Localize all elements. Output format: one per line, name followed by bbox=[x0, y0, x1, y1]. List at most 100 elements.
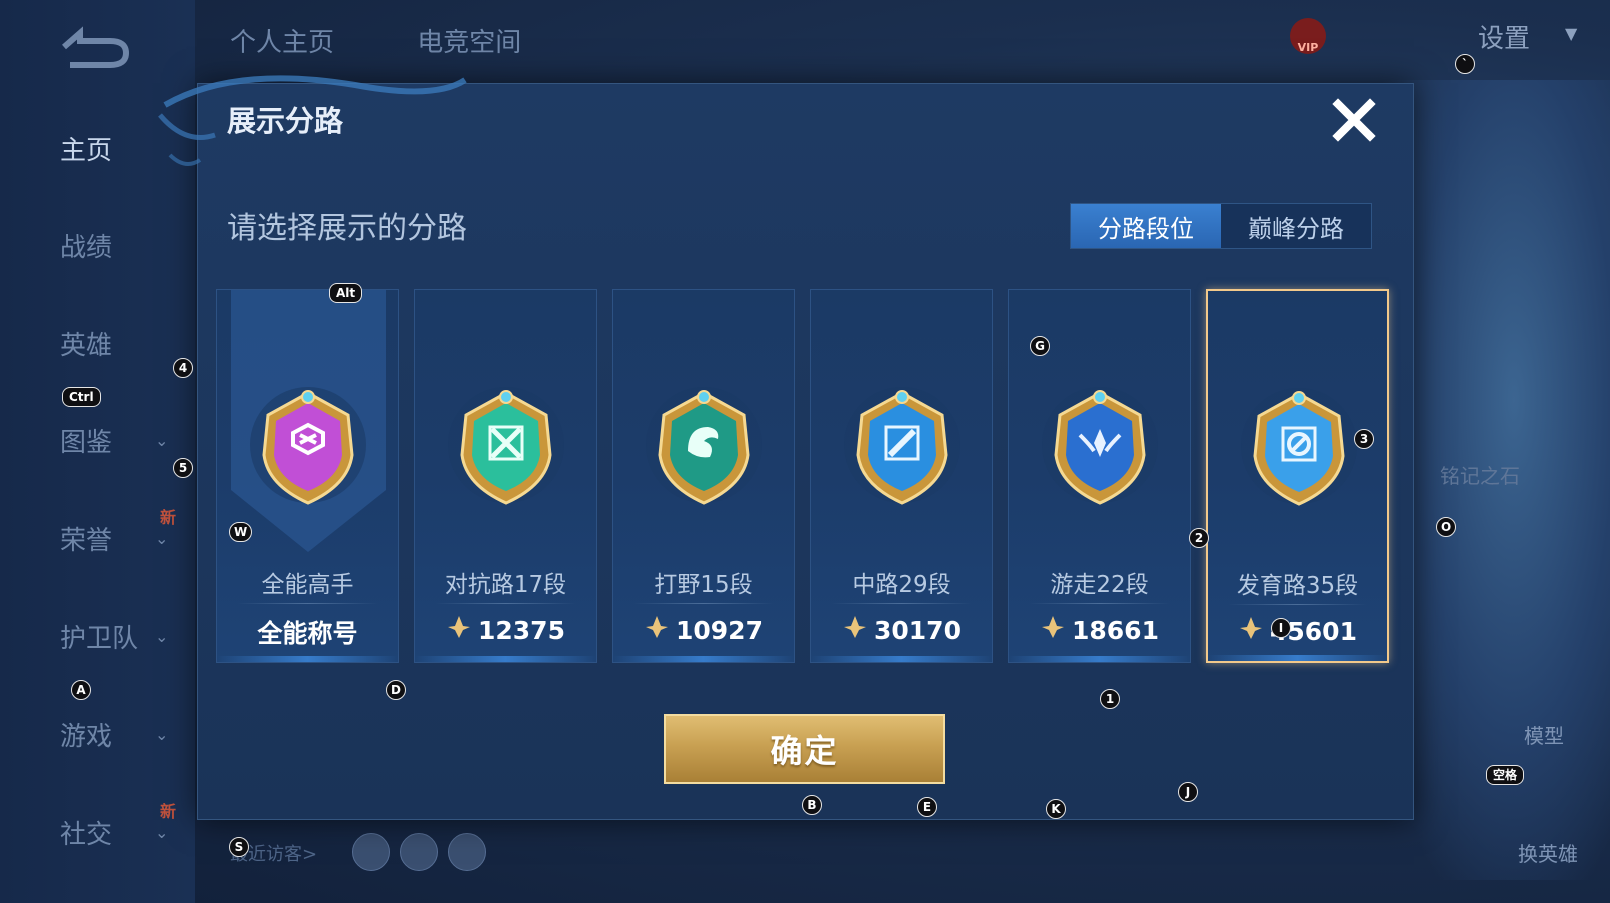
sidebar-item[interactable]: 社交 ⌄ 新 bbox=[0, 802, 195, 862]
lane-card-score-value: 10927 bbox=[676, 615, 763, 645]
key-hint-badge: E bbox=[917, 797, 937, 817]
lane-card[interactable]: 打野15段 10927 bbox=[612, 289, 795, 663]
chevron-down-icon: ⌄ bbox=[155, 528, 169, 548]
memory-stone-label: 铭记之石 bbox=[1440, 464, 1520, 488]
key-hint-badge: 空格 bbox=[1486, 765, 1525, 785]
confirm-button[interactable]: 确定 bbox=[664, 714, 945, 784]
lane-mode-tabs: 分路段位 巅峰分路 bbox=[1070, 203, 1372, 249]
rank-points-icon bbox=[644, 614, 670, 646]
sidebar-item-label: 荣誉 bbox=[60, 525, 113, 556]
lane-card-name: 对抗路17段 bbox=[444, 572, 567, 598]
lane-card-score: 18661 bbox=[1009, 614, 1190, 646]
key-hint-badge: D bbox=[386, 680, 406, 700]
jungle-emblem-icon bbox=[644, 385, 764, 515]
dialog-title: 展示分路 bbox=[227, 104, 344, 138]
key-hint-badge: 1 bbox=[1100, 689, 1120, 709]
visitor-avatar[interactable] bbox=[400, 833, 438, 871]
lane-card-score-value: 全能称号 bbox=[257, 619, 358, 648]
tab-lane-rank[interactable]: 分路段位 bbox=[1071, 204, 1221, 248]
lane-card-score: 45601 bbox=[1208, 615, 1387, 647]
farm-lane-emblem-icon bbox=[1239, 386, 1359, 516]
sidebar-item[interactable]: 英雄 bbox=[0, 313, 195, 373]
key-hint-badge: W bbox=[229, 522, 253, 542]
sidebar-item-label: 战绩 bbox=[60, 232, 113, 263]
chevron-down-icon: ⌄ bbox=[155, 626, 169, 646]
key-hint-badge: S bbox=[229, 837, 249, 857]
lane-card[interactable]: 中路29段 30170 bbox=[810, 289, 993, 663]
sidebar-item[interactable]: 荣誉 ⌄ 新 bbox=[0, 508, 195, 568]
key-hint-badge: 4 bbox=[173, 358, 193, 378]
lane-card[interactable]: 全能高手 全能称号 bbox=[216, 289, 399, 663]
key-hint-badge: Ctrl bbox=[62, 387, 101, 407]
key-hint-badge: 3 bbox=[1354, 429, 1374, 449]
lane-card-score: 10927 bbox=[613, 614, 794, 646]
dialog-subtitle: 请选择展示的分路 bbox=[227, 211, 467, 246]
key-hint-badge: ` bbox=[1455, 54, 1475, 74]
new-badge: 新 bbox=[160, 802, 177, 821]
card-divider bbox=[1029, 603, 1170, 604]
lane-card-score-value: 12375 bbox=[478, 615, 565, 645]
key-hint-badge: Alt bbox=[329, 283, 363, 303]
card-divider bbox=[237, 603, 378, 604]
chevron-down-icon: ⌄ bbox=[155, 724, 169, 744]
sidebar-item-label: 图鉴 bbox=[60, 427, 113, 458]
chevron-down-icon: ⌄ bbox=[155, 430, 169, 450]
vip-badge: VIP bbox=[1290, 18, 1326, 54]
lane-card-score: 全能称号 bbox=[217, 614, 398, 650]
roam-emblem-icon bbox=[1040, 385, 1160, 515]
sidebar-item-label: 主页 bbox=[60, 135, 113, 166]
card-divider bbox=[435, 603, 576, 604]
sidebar-item-label: 游戏 bbox=[60, 721, 113, 752]
sidebar-item[interactable]: 图鉴 ⌄ bbox=[0, 410, 195, 470]
lane-card-score: 12375 bbox=[415, 614, 596, 646]
rank-points-icon bbox=[842, 614, 868, 646]
rank-points-icon bbox=[446, 614, 472, 646]
lane-card-score: 30170 bbox=[811, 614, 992, 646]
key-hint-badge: J bbox=[1178, 782, 1198, 802]
lane-card-score-value: 18661 bbox=[1072, 615, 1159, 645]
visitor-avatar[interactable] bbox=[448, 833, 486, 871]
new-badge: 新 bbox=[160, 508, 177, 527]
sidebar-item[interactable]: 游戏 ⌄ bbox=[0, 704, 195, 764]
sidebar-item[interactable]: 护卫队 ⌄ bbox=[0, 606, 195, 666]
switch-hero-button[interactable]: 换英雄 bbox=[1518, 838, 1578, 867]
tab-esports-space[interactable]: 电竞空间 bbox=[417, 28, 521, 58]
close-icon[interactable] bbox=[1330, 96, 1378, 144]
key-hint-badge: G bbox=[1030, 336, 1050, 356]
sidebar-item-label: 英雄 bbox=[60, 330, 113, 361]
chevron-down-icon[interactable]: ▼ bbox=[1565, 24, 1577, 43]
mid-lane-emblem-icon bbox=[842, 385, 962, 515]
visitor-avatar[interactable] bbox=[352, 833, 390, 871]
tab-peak-lane[interactable]: 巅峰分路 bbox=[1221, 204, 1371, 248]
lane-card-name: 游走22段 bbox=[1050, 572, 1149, 598]
lane-card-score-value: 30170 bbox=[874, 615, 961, 645]
card-divider bbox=[831, 603, 972, 604]
key-hint-badge: 2 bbox=[1189, 528, 1209, 548]
settings-button[interactable]: 设置 bbox=[1478, 18, 1530, 55]
rank-points-icon bbox=[1238, 615, 1264, 647]
rank-points-icon bbox=[1040, 614, 1066, 646]
sidebar-item-label: 社交 bbox=[60, 819, 113, 850]
tab-personal-home[interactable]: 个人主页 bbox=[230, 28, 334, 58]
clash-lane-emblem-icon bbox=[446, 385, 566, 515]
top-tabs: 个人主页 电竞空间 bbox=[230, 22, 596, 59]
model-button[interactable]: 模型 bbox=[1524, 720, 1564, 749]
lane-card[interactable]: 发育路35段 45601 bbox=[1206, 289, 1389, 663]
lane-card-name: 全能高手 bbox=[261, 572, 354, 598]
sidebar-item-label: 护卫队 bbox=[60, 623, 139, 654]
lane-card-name: 中路29段 bbox=[852, 572, 951, 598]
key-hint-badge: 5 bbox=[173, 458, 193, 478]
key-hint-badge: B bbox=[802, 795, 822, 815]
lane-card-name: 发育路35段 bbox=[1236, 573, 1359, 599]
sidebar-item[interactable]: 战绩 bbox=[0, 215, 195, 275]
card-divider bbox=[1228, 604, 1367, 605]
lane-card-name: 打野15段 bbox=[654, 572, 753, 598]
back-arrow-icon[interactable] bbox=[50, 25, 130, 69]
lane-card[interactable]: 对抗路17段 12375 bbox=[414, 289, 597, 663]
key-hint-badge: K bbox=[1046, 799, 1066, 819]
all-round-emblem-icon bbox=[248, 385, 368, 515]
card-divider bbox=[633, 603, 774, 604]
key-hint-badge: I bbox=[1271, 618, 1291, 638]
chevron-down-icon: ⌄ bbox=[155, 822, 169, 842]
key-hint-badge: A bbox=[71, 680, 91, 700]
